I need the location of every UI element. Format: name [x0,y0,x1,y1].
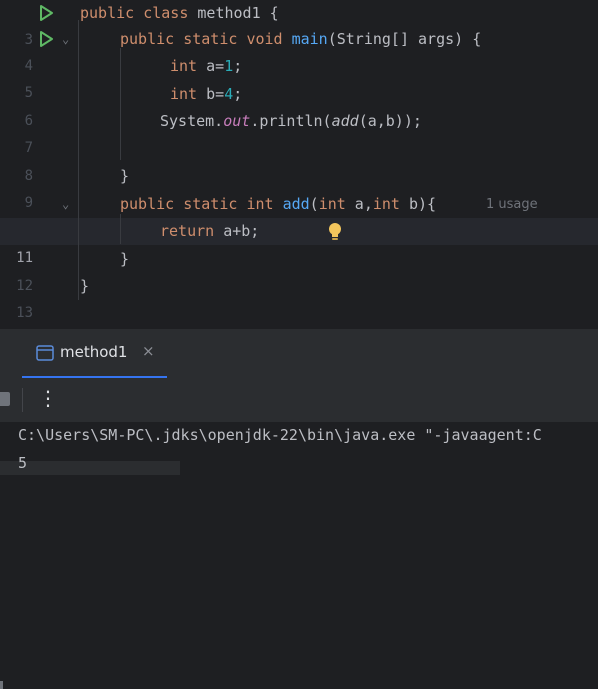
code-text: public static void main(String[] args) { [120,30,482,48]
code-line[interactable]: 3 public class method1 { [0,0,598,48]
code-line[interactable]: 14 [0,301,598,328]
console-window-icon [36,345,54,361]
console-result-line: 5 [18,454,28,472]
close-icon[interactable]: × [142,342,155,360]
code-text: } [120,250,130,268]
code-text: int a=1; [170,57,243,75]
fold-chevron-icon[interactable]: ⌄ [62,26,74,53]
lightbulb-icon[interactable] [327,222,343,242]
usage-hint[interactable]: 1 usage [486,191,538,218]
code-line[interactable]: 12 } [0,246,598,294]
code-text: public static int add(int a,int b){ [120,195,437,213]
tab-method1[interactable]: method1 × [22,329,167,379]
indent-guide [120,48,121,160]
code-text: public class method1 { [80,4,279,22]
code-line[interactable]: 6 int b=4; [0,81,598,129]
fold-chevron-icon[interactable]: ⌄ [62,191,74,218]
code-line[interactable]: 4 ⌄ public static void main(String[] arg… [0,26,598,74]
more-options-icon[interactable]: ⋮ [38,386,58,410]
code-line[interactable]: 8 [0,136,598,184]
run-toolbar: ⋮ [0,378,598,423]
code-text: return a+b; [160,222,260,240]
console-output[interactable]: C:\Users\SM-PC\.jdks\openjdk-22\bin\java… [0,423,598,475]
toolbar-divider [22,388,23,412]
indent-guide [120,214,121,244]
code-line[interactable]: 10 ⌄ public static int add(int a,int b){… [0,191,598,239]
run-icon[interactable] [38,5,54,21]
code-text: int b=4; [170,85,243,103]
code-line[interactable]: 5 int a=1; [0,53,598,101]
code-text: } [120,167,130,185]
tool-window-edge [0,681,3,689]
code-line[interactable]: 9 } [0,163,598,211]
code-editor[interactable]: 3 public class method1 { 4 ⌄ public stat… [0,0,598,328]
code-line[interactable]: 7 System.out.println(add(a,b)); [0,108,598,156]
stop-icon[interactable] [0,392,10,406]
console-command-line: C:\Users\SM-PC\.jdks\openjdk-22\bin\java… [18,426,542,444]
run-icon[interactable] [38,31,54,47]
code-text: System.out.println(add(a,b)); [160,112,422,130]
run-tool-window-tabs: method1 × [0,328,598,689]
code-line-current[interactable]: 11 return a+b; [0,218,598,266]
tab-label: method1 [60,343,128,361]
indent-guide [78,20,79,300]
code-text: } [80,277,90,295]
code-line[interactable]: 13 } [0,273,598,321]
